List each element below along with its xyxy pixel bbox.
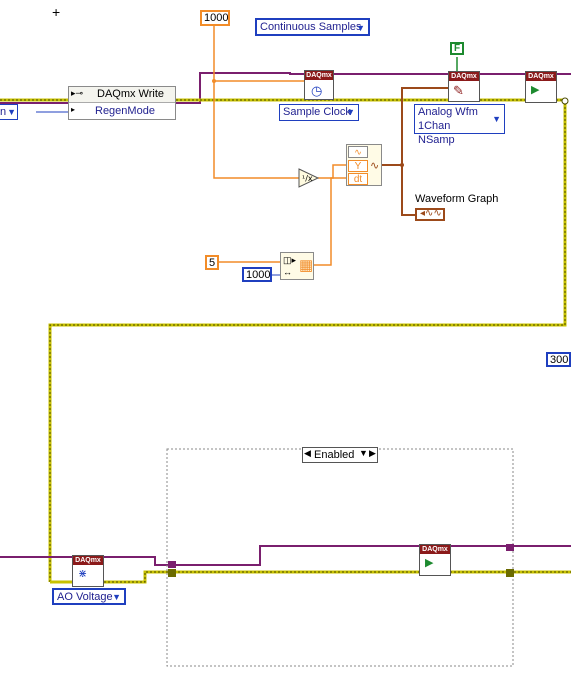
- selector-right-arrow-icon[interactable]: ▶: [369, 448, 376, 459]
- bool-value: F: [453, 43, 461, 54]
- waveform-wire-graph: [401, 165, 415, 216]
- property-node-row[interactable]: ▸ RegenMode: [69, 104, 175, 119]
- property-node-header: ▸⊸ DAQmx Write: [69, 87, 175, 103]
- crosshair-cursor-icon: +: [52, 4, 61, 20]
- channel-type-ring[interactable]: AO Voltage ▼: [52, 588, 126, 605]
- regenmode-ring-partial[interactable]: n ▼: [0, 104, 18, 120]
- numeric-constant-300[interactable]: 300: [546, 352, 571, 367]
- daqmx-create-channel-vi[interactable]: DAQmx ⋇: [72, 555, 104, 587]
- sample-mode-value: Continuous Samples: [260, 21, 362, 33]
- property-regenmode: RegenMode: [95, 105, 155, 117]
- daq-header: DAQmx: [305, 71, 333, 80]
- property-node-title: DAQmx Write: [97, 88, 165, 100]
- error-tunnel-left: [168, 569, 176, 577]
- daqmx-timing-vi[interactable]: DAQmx ◷: [304, 70, 334, 100]
- selector-left-arrow-icon[interactable]: ◀: [304, 448, 311, 459]
- numeric-constant-1000-blue-value: 1000: [246, 269, 271, 281]
- property-arrow-icon: ▸: [71, 105, 76, 114]
- numeric-wire-dt: [318, 164, 348, 179]
- chevron-down-icon: ▼: [112, 592, 121, 602]
- play-icon: ▶: [531, 84, 540, 96]
- numeric-wire-array: [314, 177, 348, 266]
- numeric-constant-5[interactable]: 5: [205, 255, 219, 270]
- sample-mode-ring[interactable]: Continuous Samples ▼: [255, 18, 370, 36]
- channel-type-value: AO Voltage: [57, 591, 113, 603]
- wire-junction: [212, 79, 216, 83]
- svg-text:¹/x: ¹/x: [302, 174, 313, 183]
- ring-arrow-icon: ▼: [7, 107, 16, 117]
- reciprocal-function[interactable]: ¹/x: [298, 168, 320, 188]
- selector-value: Enabled: [314, 449, 355, 461]
- waveform-graph-terminal[interactable]: ◂∿∿: [415, 208, 445, 221]
- clock-icon: ◷: [311, 83, 323, 98]
- build-waveform-y-terminal: Y: [348, 160, 368, 172]
- channel-icon: ⋇: [78, 568, 88, 580]
- waveform-icon: ∿: [348, 146, 368, 158]
- daq-header: DAQmx: [449, 72, 479, 81]
- error-tunnel-right: [506, 569, 514, 577]
- array-input-icon: ◫▸: [283, 255, 297, 265]
- numeric-constant-1000[interactable]: 1000: [200, 10, 230, 26]
- build-waveform-dt-terminal: dt: [348, 173, 368, 185]
- diagram-disable-structure: [166, 448, 514, 667]
- chevron-down-icon: ▼: [492, 114, 501, 124]
- numeric-constant-1000-blue[interactable]: 1000: [242, 267, 272, 282]
- write-type-ring[interactable]: Analog Wfm 1Chan NSamp ▼: [414, 104, 505, 146]
- initialize-array-node[interactable]: ◫▸ ↔ ▦: [280, 252, 314, 280]
- waveform-graph-label: Waveform Graph: [415, 193, 499, 205]
- timing-type-value: Sample Clock: [283, 106, 351, 118]
- boolean-false-constant[interactable]: F: [450, 42, 464, 55]
- chevron-down-icon: ▼: [356, 23, 365, 33]
- numeric-constant-5-value: 5: [209, 257, 216, 269]
- build-waveform-node[interactable]: ∿ Y dt ∿: [346, 144, 382, 186]
- wire-bend: [561, 97, 569, 105]
- numeric-constant-300-value: 300: [550, 354, 569, 366]
- error-wire-top: [0, 98, 567, 582]
- size-icon: ↔: [283, 267, 292, 277]
- task-tunnel-left: [168, 561, 176, 568]
- pencil-write-icon: ✎: [453, 83, 464, 98]
- daq-header: DAQmx: [73, 556, 103, 565]
- daq-header: DAQmx: [526, 72, 556, 81]
- daq-header: DAQmx: [420, 545, 450, 554]
- property-node-icon: ▸⊸: [71, 88, 84, 98]
- daqmx-start-vi-bottom[interactable]: DAQmx ▶: [419, 544, 451, 576]
- grid-icon: ▦: [299, 257, 314, 274]
- daqmx-start-vi-top[interactable]: DAQmx ▶: [525, 71, 557, 103]
- play-icon: ▶: [425, 557, 434, 569]
- task-tunnel-right: [506, 544, 514, 551]
- waveform-graph-icon: ◂∿∿: [420, 208, 442, 219]
- chevron-down-icon: ▼: [346, 107, 355, 117]
- wire-junction-2: [400, 163, 404, 167]
- daqmx-write-vi[interactable]: DAQmx ✎: [448, 71, 480, 102]
- selector-dropdown-icon[interactable]: ▼: [359, 448, 368, 458]
- numeric-constant-value: 1000: [204, 12, 229, 24]
- regenmode-ring-value: n: [0, 106, 7, 118]
- waveform-output-icon: ∿: [370, 160, 380, 172]
- diagram-disable-selector[interactable]: ◀ Enabled ▼ ▶: [302, 447, 378, 463]
- timing-type-ring[interactable]: Sample Clock ▼: [279, 104, 359, 121]
- daqmx-write-property-node[interactable]: ▸⊸ DAQmx Write ▸ RegenMode: [68, 86, 176, 120]
